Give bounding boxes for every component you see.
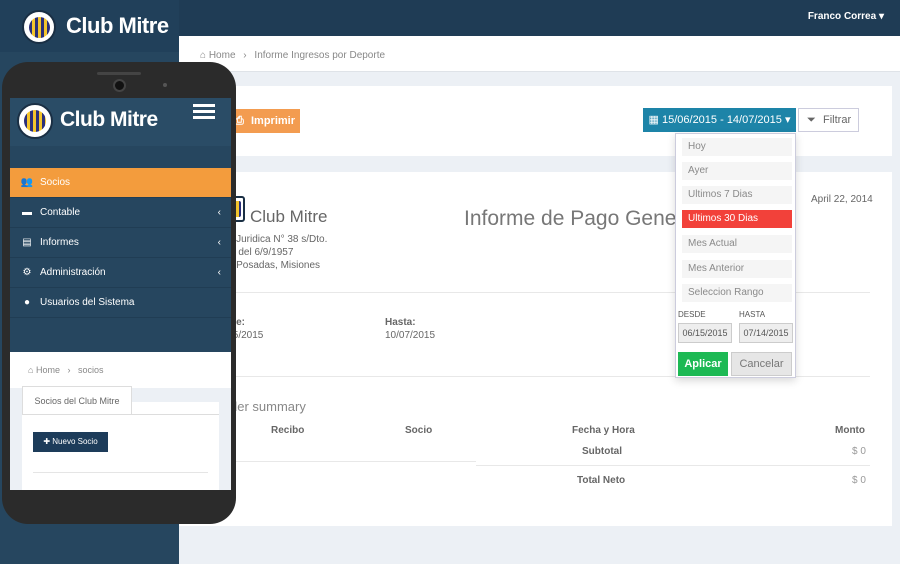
desde-input[interactable]: 06/15/2015: [678, 323, 732, 343]
user-menu[interactable]: Franco Correa ▾: [808, 11, 884, 22]
chevron-down-icon: ▾: [784, 114, 791, 126]
range-option[interactable]: Hoy: [682, 138, 792, 156]
print-icon: ⎙: [235, 115, 244, 127]
breadcrumb-separator: ›: [243, 50, 247, 61]
report-date: April 22, 2014: [811, 194, 873, 205]
mobile-header: Club Mitre: [10, 98, 231, 146]
top-header: Franco Correa ▾: [179, 0, 900, 36]
breadcrumb-current: socios: [78, 365, 104, 375]
total-value: $ 0: [852, 475, 866, 486]
report-title: Informe de Pago Gene: [464, 207, 677, 230]
hasta-value: 10/07/2015: [385, 330, 436, 341]
new-socio-button[interactable]: ✚ Nuevo Socio: [33, 432, 108, 452]
summary-title: der summary: [230, 399, 306, 414]
chevron-left-icon: ‹: [217, 267, 221, 278]
hasta-input-label: HASTA: [739, 310, 766, 319]
range-option[interactable]: Seleccion Rango: [682, 284, 792, 302]
file-icon: ▤: [22, 237, 32, 248]
hasta-label: Hasta:: [385, 317, 416, 328]
chevron-left-icon: ‹: [217, 207, 221, 218]
col-socio: Socio: [405, 425, 433, 436]
date-range-dropdown: Hoy Ayer Ultimos 7 Dias Ultimos 30 Dias …: [675, 133, 796, 378]
cogs-icon: ⚙: [22, 267, 32, 278]
range-option[interactable]: Ayer: [682, 162, 792, 180]
breadcrumb-home[interactable]: Home: [209, 50, 236, 61]
range-option[interactable]: Ultimos 7 Dias: [682, 186, 792, 204]
club-logo-icon: [17, 103, 53, 139]
tab-socios-club[interactable]: Socios del Club Mitre: [22, 386, 132, 414]
range-option[interactable]: Mes Actual: [682, 235, 792, 253]
hasta-input[interactable]: 07/14/2015: [739, 323, 793, 343]
breadcrumb-current: Informe Ingresos por Deporte: [254, 50, 386, 61]
address-line: n del 6/9/1957: [230, 247, 294, 258]
user-icon: ●: [23, 297, 31, 308]
total-label: Total Neto: [577, 475, 626, 486]
date-range-label: 15/06/2015 - 14/07/2015: [661, 114, 782, 126]
home-icon: ⌂: [200, 50, 207, 61]
apply-button[interactable]: Aplicar: [678, 352, 728, 376]
club-logo-icon: [22, 10, 56, 44]
brand-name: Club Mitre: [66, 13, 169, 38]
user-name: Franco Correa: [807, 11, 877, 22]
filter-button[interactable]: ⏷ Filtrar: [798, 108, 859, 132]
hamburger-menu-icon[interactable]: [193, 104, 215, 120]
speaker-icon: [97, 72, 141, 75]
print-button[interactable]: ⎙ Imprimir: [229, 109, 300, 133]
home-icon: ⌂: [28, 365, 34, 375]
desde-input-label: DESDE: [678, 310, 706, 319]
menu-item-usuarios[interactable]: ● Usuarios del Sistema: [10, 288, 231, 318]
menu-item-administracion[interactable]: ⚙ Administración ‹: [10, 258, 231, 288]
mobile-breadcrumb: ⌂ Home › socios: [10, 352, 231, 388]
col-recibo: Recibo: [271, 425, 305, 436]
subtotal-label: Subtotal: [582, 446, 622, 457]
caret-down-icon: ▾: [878, 11, 884, 22]
breadcrumb-separator: ›: [67, 365, 71, 375]
menu-item-contable[interactable]: ▬ Contable ‹: [10, 198, 231, 228]
filter-icon: ⏷: [807, 114, 816, 126]
plus-icon: ✚: [43, 437, 51, 446]
cancel-button[interactable]: Cancelar: [731, 352, 792, 376]
address-line: - Posadas, Misiones: [230, 260, 321, 271]
breadcrumb: ⌂ Home › Informe Ingresos por Deporte: [200, 50, 385, 61]
users-icon: 👥: [20, 177, 34, 188]
mobile-menu: 👥 Socios ▬ Contable ‹ ▤ Informes ‹ ⚙ Adm…: [10, 146, 231, 352]
col-monto: Monto: [835, 425, 865, 436]
range-option[interactable]: Mes Anterior: [682, 260, 792, 278]
range-option-active[interactable]: Ultimos 30 Dias: [682, 210, 792, 228]
address-line: - Juridica N° 38 s/Dto.: [230, 234, 328, 245]
breadcrumb-home[interactable]: Home: [36, 365, 60, 375]
report-org-name: Club Mitre: [250, 207, 328, 226]
sensor-icon: [163, 83, 167, 87]
book-icon: ▬: [22, 207, 32, 218]
date-range-button[interactable]: ▦ 15/06/2015 - 14/07/2015 ▾: [643, 108, 796, 132]
socios-box: Socios del Club Mitre ✚ Nuevo Socio: [22, 386, 219, 490]
subtotal-value: $ 0: [852, 446, 866, 457]
mobile-brand-name: Club Mitre: [60, 108, 158, 131]
phone-screen: Club Mitre 👥 Socios ▬ Contable ‹ ▤ Infor…: [10, 98, 231, 490]
menu-item-informes[interactable]: ▤ Informes ‹: [10, 228, 231, 258]
desktop-logo-bar: Club Mitre: [0, 0, 179, 52]
calendar-icon: ▦: [648, 114, 659, 126]
camera-icon: [113, 79, 126, 92]
chevron-left-icon: ‹: [217, 237, 221, 248]
col-fecha: Fecha y Hora: [572, 425, 635, 436]
menu-item-socios[interactable]: 👥 Socios: [10, 168, 231, 198]
